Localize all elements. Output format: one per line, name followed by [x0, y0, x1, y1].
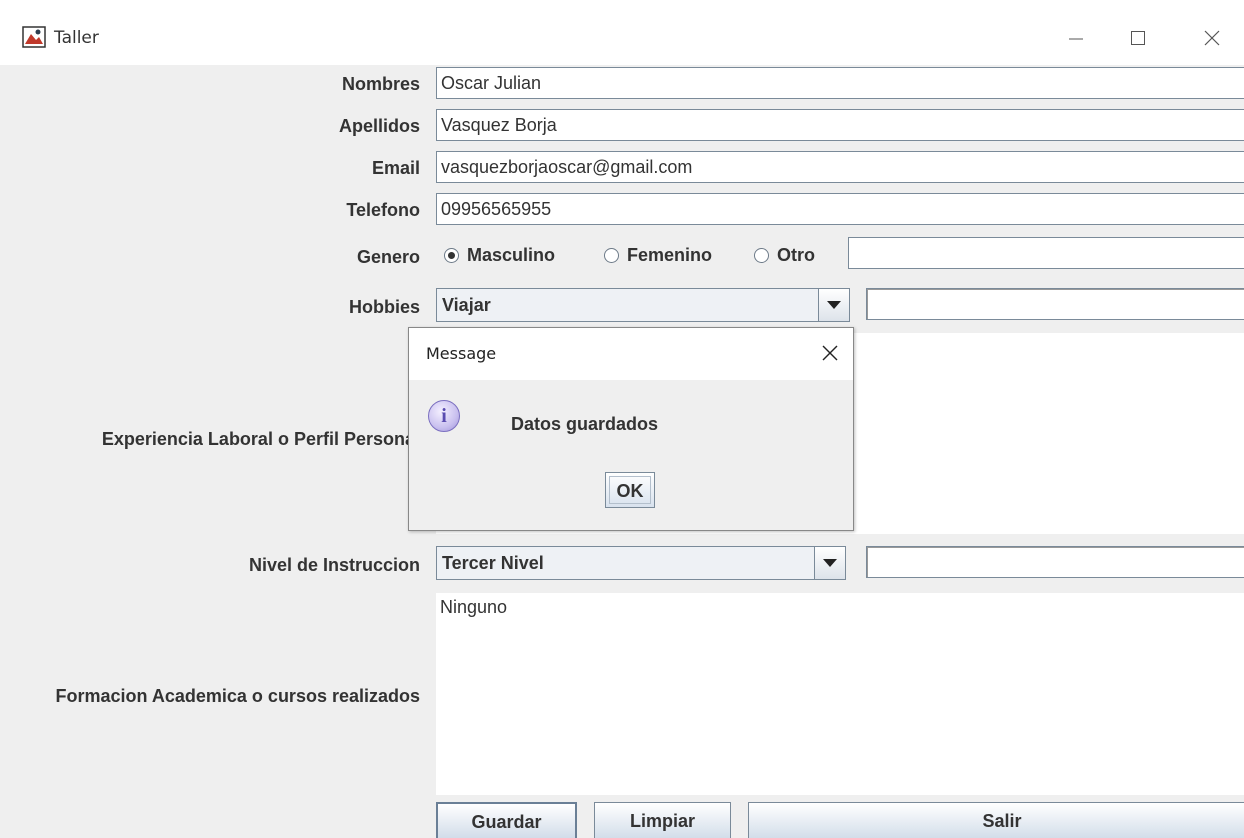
email-input[interactable]: vasquezborjaoscar@gmail.com: [436, 151, 1244, 183]
ok-button-label: OK: [609, 476, 651, 504]
message-dialog: Message i Datos guardados OK: [408, 327, 854, 531]
close-icon: [1204, 30, 1220, 46]
close-icon: [822, 345, 838, 361]
salir-button[interactable]: Salir: [748, 802, 1244, 838]
telefono-label: Telefono: [346, 200, 420, 220]
genero-radio-masculino[interactable]: Masculino: [444, 245, 555, 266]
dropdown-arrow-icon[interactable]: [814, 547, 845, 579]
nivel-combobox[interactable]: Tercer Nivel: [436, 546, 846, 580]
guardar-button[interactable]: Guardar: [436, 802, 577, 838]
nombres-label: Nombres: [341, 74, 420, 94]
formacion-textarea[interactable]: Ninguno: [436, 593, 1244, 795]
radio-label: Femenino: [627, 245, 713, 265]
dialog-title: Message: [426, 344, 497, 363]
apellidos-input[interactable]: Vasquez Borja: [436, 109, 1244, 141]
ok-button[interactable]: OK: [605, 472, 655, 508]
nivel-label: Nivel de Instruccion: [248, 555, 420, 575]
nombres-input[interactable]: Oscar Julian: [436, 67, 1244, 99]
genero-radio-otro[interactable]: Otro: [754, 245, 815, 266]
hobbies-extra-input[interactable]: [866, 288, 1244, 320]
window-title: Taller: [54, 28, 99, 48]
minimize-button[interactable]: [1054, 20, 1098, 56]
info-icon: i: [428, 400, 460, 432]
maximize-icon: [1131, 31, 1145, 45]
radio-selected-icon: [444, 248, 459, 263]
nivel-extra-input[interactable]: [866, 546, 1244, 578]
close-button[interactable]: [1190, 20, 1234, 56]
maximize-button[interactable]: [1116, 20, 1160, 56]
dialog-titlebar: Message: [409, 328, 853, 380]
hobbies-selected: Viajar: [442, 295, 491, 315]
minimize-icon: [1069, 38, 1083, 40]
limpiar-button[interactable]: Limpiar: [594, 802, 731, 838]
app-icon: [22, 26, 46, 48]
dialog-message: Datos guardados: [511, 414, 659, 434]
email-label: Email: [371, 158, 420, 178]
hobbies-label: Hobbies: [348, 297, 420, 317]
genero-otro-input[interactable]: [848, 237, 1244, 269]
telefono-input[interactable]: 09956565955: [436, 193, 1244, 225]
radio-unselected-icon: [604, 248, 619, 263]
genero-radio-femenino[interactable]: Femenino: [604, 245, 712, 266]
window-titlebar: Taller: [0, 0, 1244, 65]
radio-label: Masculino: [467, 245, 556, 265]
formacion-label: Formacion Academica o cursos realizados: [55, 686, 420, 706]
nivel-selected: Tercer Nivel: [442, 553, 544, 573]
hobbies-combobox[interactable]: Viajar: [436, 288, 850, 322]
genero-label: Genero: [356, 247, 420, 267]
radio-label: Otro: [777, 245, 815, 265]
experiencia-label: Experiencia Laboral o Perfil Personal: [101, 429, 420, 449]
dialog-close-button[interactable]: [815, 338, 845, 368]
radio-unselected-icon: [754, 248, 769, 263]
dropdown-arrow-icon[interactable]: [818, 289, 849, 321]
apellidos-label: Apellidos: [338, 116, 420, 136]
